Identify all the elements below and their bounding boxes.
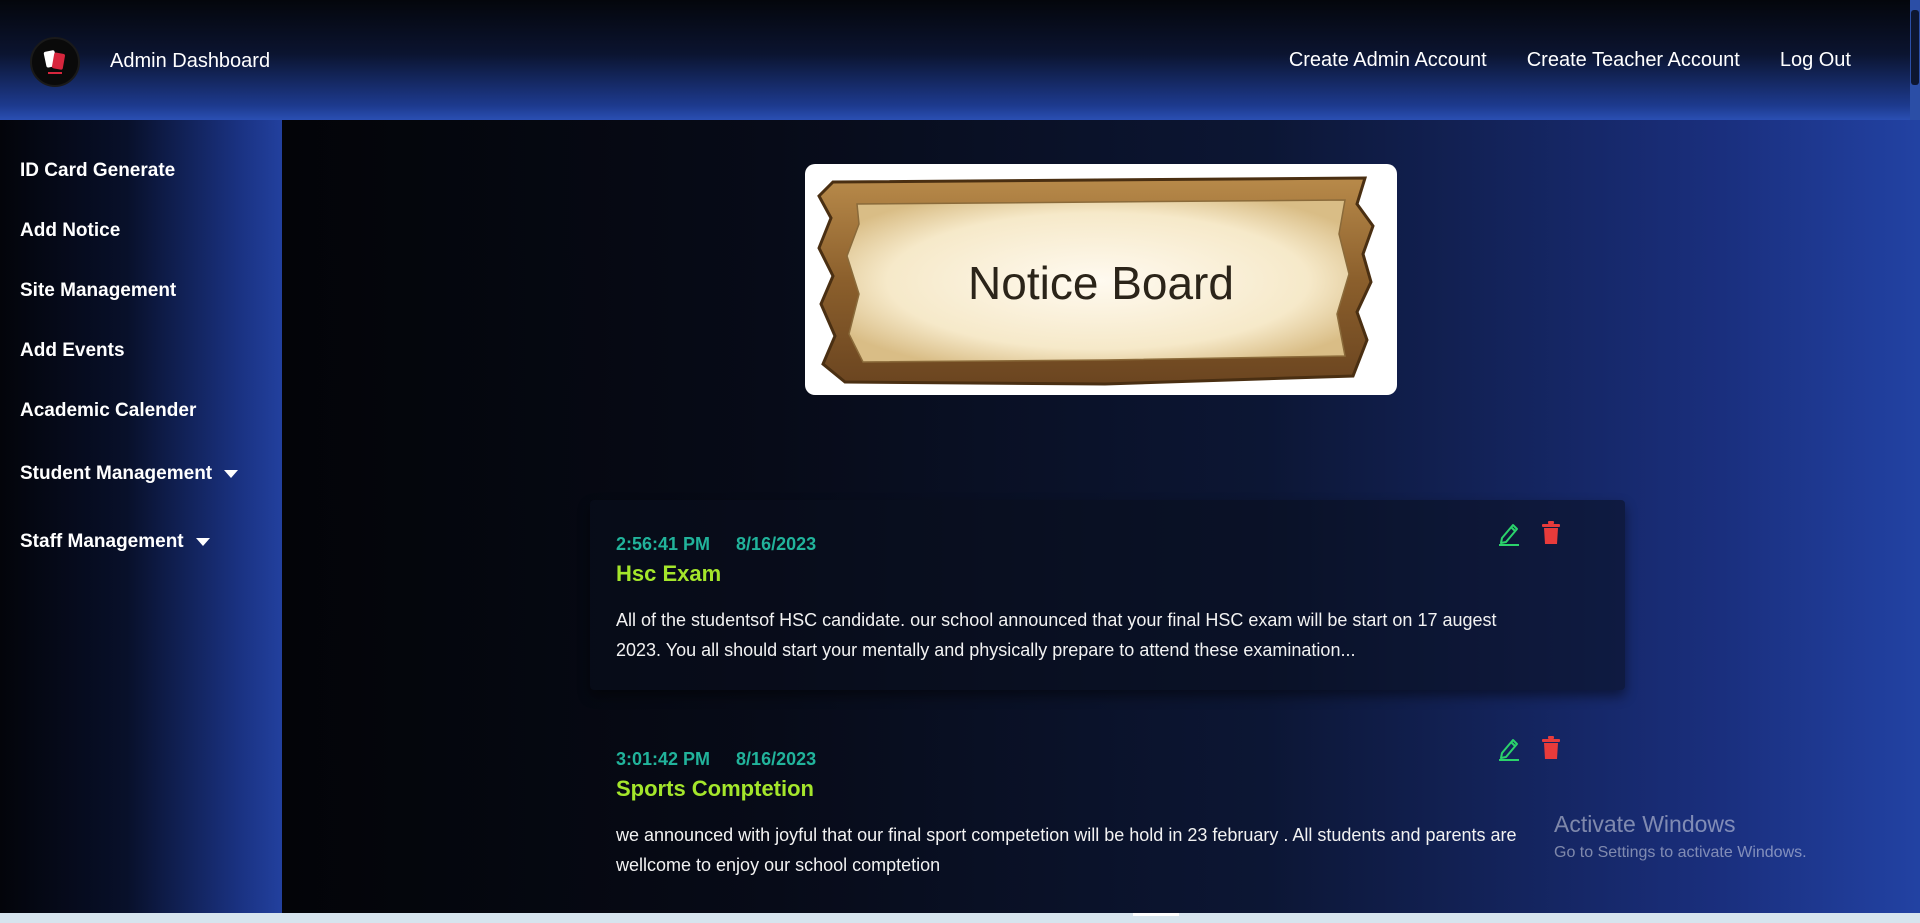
notice-body: All of the studentsof HSC candidate. our… [616,610,1497,660]
notice-body: we announced with joyful that our final … [616,825,1517,875]
notice-date: 8/16/2023 [736,534,817,554]
notice-date: 8/16/2023 [736,749,817,769]
notice-title: Hsc Exam [616,561,722,586]
sidebar-item-add-notice[interactable]: Add Notice [20,220,120,242]
school-logo[interactable] [30,37,80,87]
dashboard-title: Admin Dashboard [110,50,271,72]
watermark-subtitle: Go to Settings to activate Windows. [1554,844,1807,861]
edit-icon[interactable] [1497,735,1521,761]
logout-link[interactable]: Log Out [1780,49,1851,72]
notice-actions [1497,520,1561,546]
notice-actions [1497,735,1561,761]
edit-icon[interactable] [1497,520,1521,546]
sidebar-item-label: ID Card Generate [20,160,176,181]
sidebar-item-student-management[interactable]: Student Management [20,463,239,485]
caret-down-icon [224,470,239,478]
notice-board-banner-text: Notice Board [968,257,1234,309]
delete-icon[interactable] [1541,521,1561,545]
top-nav: Create Admin Account Create Teacher Acco… [1289,49,1851,72]
sidebar-item-academic-calender[interactable]: Academic Calender [20,400,196,422]
scrollbar-thumb[interactable] [1911,10,1919,85]
sidebar-item-label: Add Events [20,340,125,361]
notice-item: 3:01:42 PM 8/16/2023 Sports Comptetion w… [616,736,1616,880]
sidebar-item-label: Student Management [20,463,213,484]
caret-down-icon [195,538,210,546]
top-header: Admin Dashboard Create Admin Account Cre… [0,0,1920,120]
notice-time: 2:56:41 PM [616,534,711,554]
cards-logo-icon [43,50,65,74]
delete-icon[interactable] [1541,736,1561,760]
create-teacher-account-link[interactable]: Create Teacher Account [1527,49,1740,72]
create-admin-account-link[interactable]: Create Admin Account [1289,49,1487,72]
notice-time: 3:01:42 PM [616,749,711,769]
sidebar-item-id-card-generate[interactable]: ID Card Generate [20,160,175,182]
bottom-bar [0,913,1920,923]
notice-meta: 3:01:42 PM 8/16/2023 [616,749,1616,770]
notice-item: 2:56:41 PM 8/16/2023 Hsc Exam All of the… [616,521,1616,665]
sidebar-item-label: Academic Calender [20,400,197,421]
sidebar-item-label: Site Management [20,280,177,301]
notice-title: Sports Comptetion [616,776,814,801]
notice-meta: 2:56:41 PM 8/16/2023 [616,534,1616,555]
sidebar-item-label: Add Notice [20,220,121,241]
sidebar-item-add-events[interactable]: Add Events [20,340,125,362]
wooden-board-image: Notice Board [817,176,1375,386]
watermark-title: Activate Windows [1554,811,1736,837]
notice-board-banner: Notice Board [805,164,1397,395]
sidebar-item-site-management[interactable]: Site Management [20,280,176,302]
bottom-bar-indicator [1133,913,1179,916]
sidebar-item-staff-management[interactable]: Staff Management [20,531,210,553]
activate-windows-watermark: Activate Windows Go to Settings to activ… [1554,811,1807,862]
sidebar: ID Card Generate Add Notice Site Managem… [0,120,282,913]
sidebar-item-label: Staff Management [20,531,184,552]
